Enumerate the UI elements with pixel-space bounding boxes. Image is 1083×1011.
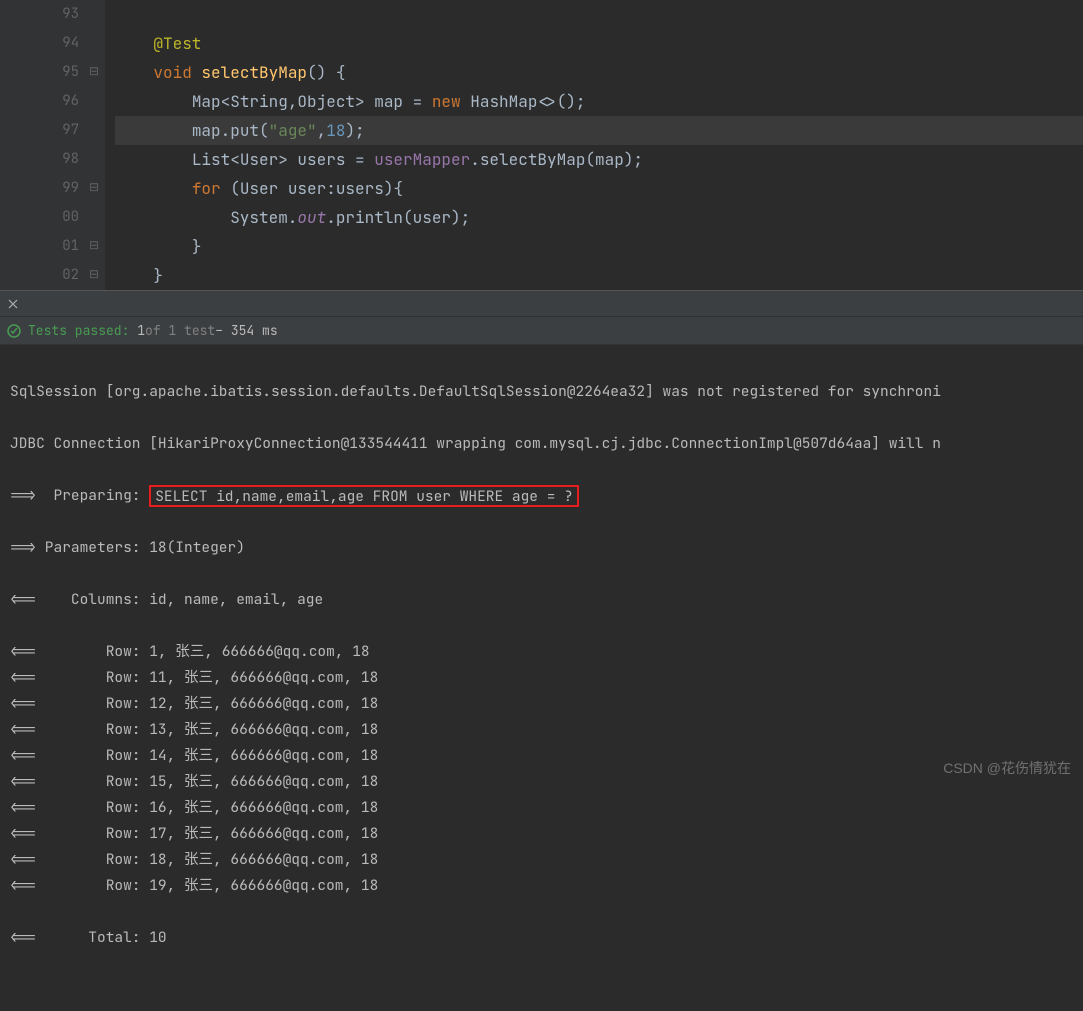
console-line: SqlSession [org.apache.ibatis.session.de… — [10, 379, 1073, 405]
code-area[interactable]: @Test void selectByMap() { Map<String,Ob… — [105, 0, 1083, 290]
line-number: 02 — [62, 261, 79, 290]
method-name: selectByMap — [201, 62, 307, 83]
fold-marker-icon[interactable]: ⊟ — [89, 240, 99, 250]
line-number: 95 — [62, 58, 79, 87]
console-row: <== Row: 13, 张三, 666666@qq.com, 18 — [10, 717, 1073, 743]
line-number: 01 — [62, 232, 79, 261]
tests-total: of 1 test — [145, 322, 215, 339]
console-line: <== Total: 10 — [10, 925, 1073, 951]
tests-time: – 354 ms — [215, 322, 277, 339]
test-status-bar: Tests passed: 1 of 1 test – 354 ms — [0, 317, 1083, 345]
sql-highlight: SELECT id,name,email,age FROM user WHERE… — [149, 485, 579, 507]
line-number: 97 — [62, 116, 79, 145]
fold-marker-icon[interactable]: ⊟ — [89, 66, 99, 76]
line-number: 93 — [62, 0, 79, 29]
console-line: JDBC Connection [HikariProxyConnection@1… — [10, 431, 1073, 457]
check-icon — [6, 323, 22, 339]
fold-column: ⊟ ⊟ ⊟ ⊟ — [85, 0, 105, 290]
line-number: 00 — [62, 203, 79, 232]
line-number: 94 — [62, 29, 79, 58]
editor-area: 93 94 95 96 97 98 99 00 01 02 ⊟ ⊟ ⊟ ⊟ @T… — [0, 0, 1083, 290]
close-tab-icon[interactable] — [0, 291, 26, 317]
console-row: <== Row: 18, 张三, 666666@qq.com, 18 — [10, 847, 1073, 873]
watermark: CSDN @花伤情犹在 — [943, 758, 1071, 778]
console-row: <== Row: 14, 张三, 666666@qq.com, 18 — [10, 743, 1073, 769]
fold-marker-icon[interactable]: ⊟ — [89, 182, 99, 192]
console-row: <== Row: 17, 张三, 666666@qq.com, 18 — [10, 821, 1073, 847]
keyword: void — [153, 62, 191, 83]
annotation: @Test — [153, 33, 201, 54]
tests-passed-count: 1 — [137, 322, 145, 339]
console-row: <== Row: 11, 张三, 666666@qq.com, 18 — [10, 665, 1073, 691]
bottom-panel: Tests passed: 1 of 1 test – 354 ms SqlSe… — [0, 290, 1083, 1011]
console-row: <== Row: 16, 张三, 666666@qq.com, 18 — [10, 795, 1073, 821]
tests-passed-label: Tests passed: — [28, 322, 129, 339]
line-gutter: 93 94 95 96 97 98 99 00 01 02 — [0, 0, 85, 290]
console-line: <== Columns: id, name, email, age — [10, 587, 1073, 613]
console-row: <== Row: 12, 张三, 666666@qq.com, 18 — [10, 691, 1073, 717]
line-number: 98 — [62, 145, 79, 174]
line-number: 99 — [62, 174, 79, 203]
console-output[interactable]: SqlSession [org.apache.ibatis.session.de… — [0, 345, 1083, 1011]
console-row: <== Row: 19, 张三, 666666@qq.com, 18 — [10, 873, 1073, 899]
line-number: 96 — [62, 87, 79, 116]
console-line: ==> Preparing: SELECT id,name,email,age … — [10, 483, 1073, 509]
console-row: <== Row: 15, 张三, 666666@qq.com, 18 — [10, 769, 1073, 795]
console-line: ==> Parameters: 18(Integer) — [10, 535, 1073, 561]
tab-bar — [0, 291, 1083, 317]
console-row: <== Row: 1, 张三, 666666@qq.com, 18 — [10, 639, 1073, 665]
fold-marker-icon[interactable]: ⊟ — [89, 269, 99, 279]
